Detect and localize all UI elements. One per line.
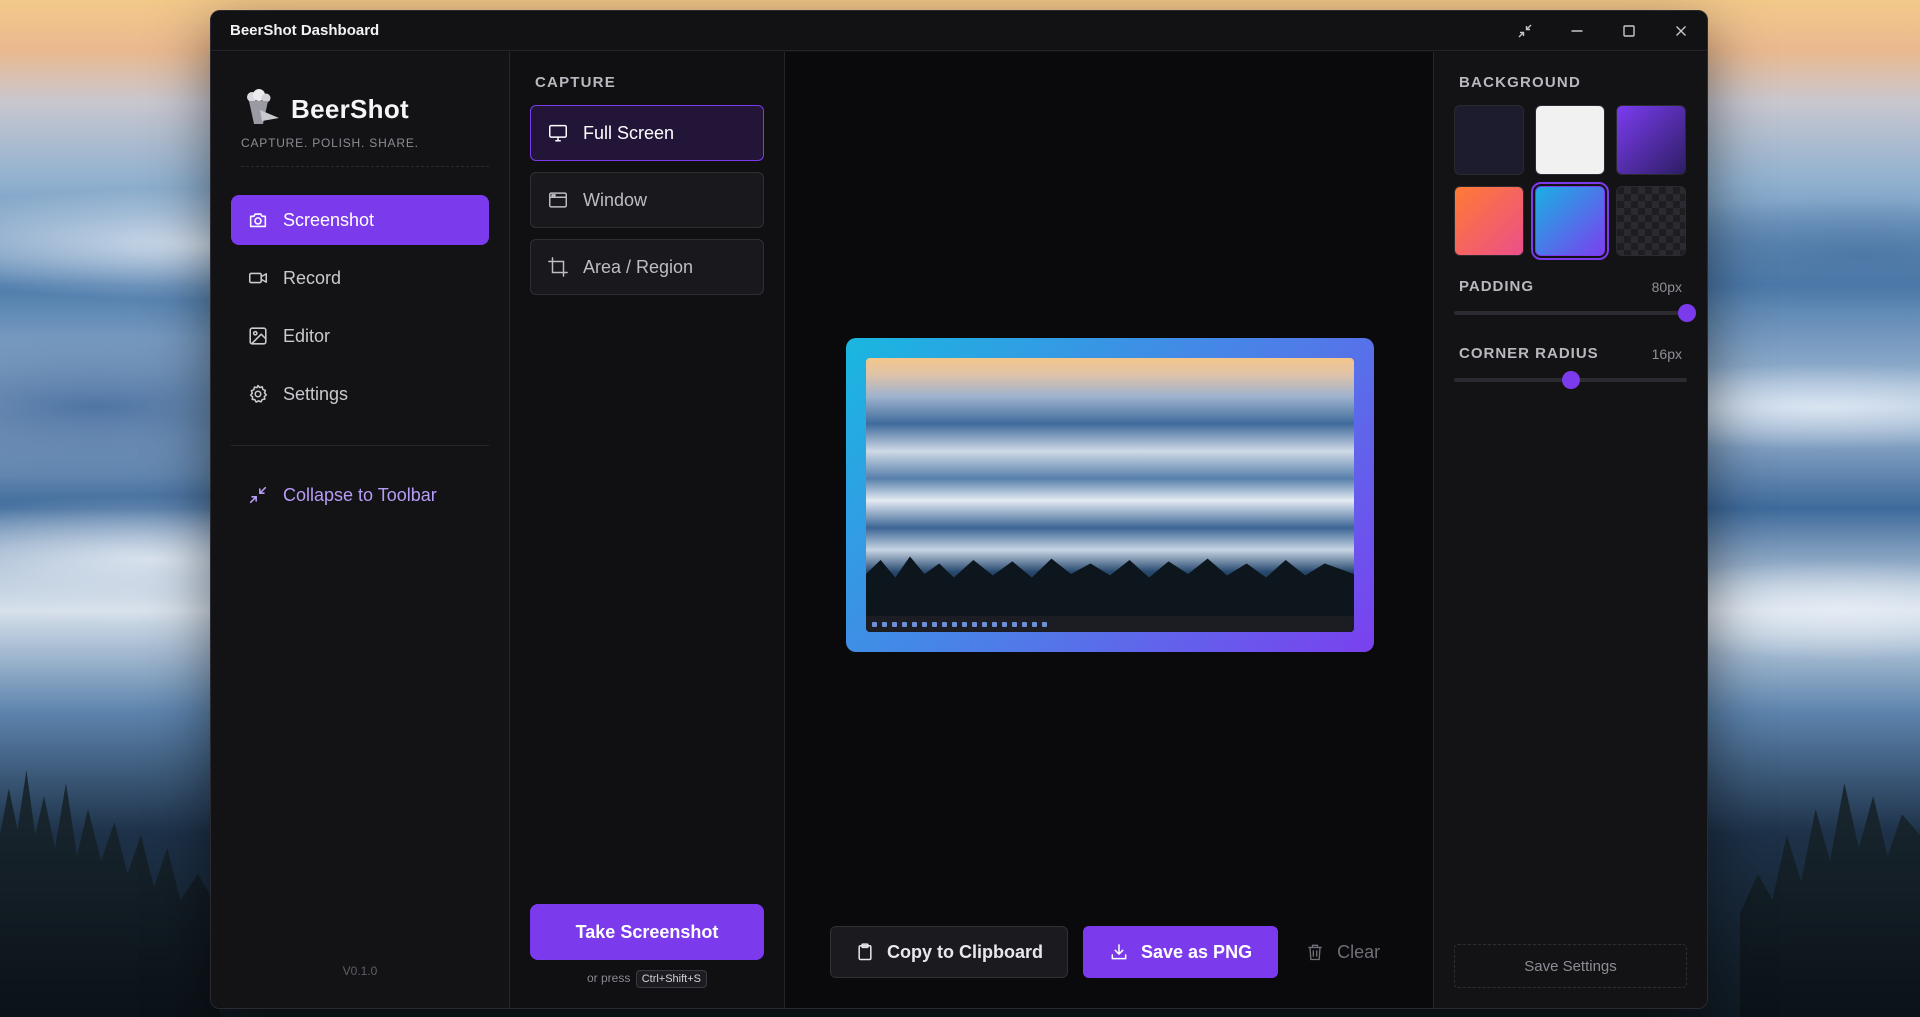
close-button[interactable]: [1655, 11, 1707, 50]
sidebar-item-label: Screenshot: [283, 209, 375, 230]
sidebar-item-editor[interactable]: Editor: [231, 311, 489, 361]
window-icon: [549, 192, 567, 208]
padding-slider-thumb[interactable]: [1678, 304, 1696, 322]
capture-panel: CAPTURE Full Screen Window Area / Region…: [510, 52, 785, 1008]
window-title: BeerShot Dashboard: [230, 22, 380, 39]
captured-image: [866, 358, 1354, 632]
swatch-transparent[interactable]: [1616, 186, 1686, 256]
clear-label: Clear: [1337, 941, 1381, 962]
clipboard-icon: [858, 943, 872, 961]
capture-option-label: Window: [583, 189, 648, 210]
sidebar-nav: Screenshot Record Editor Settings Collap…: [231, 195, 489, 520]
collapse-label: Collapse to Toolbar: [283, 484, 437, 505]
take-screenshot-button[interactable]: Take Screenshot: [530, 904, 764, 960]
capture-option-full-screen[interactable]: Full Screen: [530, 105, 764, 161]
corner-radius-label: CORNER RADIUS: [1459, 345, 1599, 362]
corner-radius-slider[interactable]: [1454, 371, 1687, 389]
capture-option-label: Area / Region: [583, 256, 694, 277]
preview-trees: [866, 556, 1354, 616]
padding-slider[interactable]: [1454, 304, 1696, 322]
save-as-png-button[interactable]: Save as PNG: [1083, 926, 1279, 978]
sidebar-item-label: Editor: [283, 325, 331, 346]
gear-icon: [249, 384, 268, 403]
preview-actions: Copy to Clipboard Save as PNG Clear: [830, 926, 1392, 978]
swatch-sunset[interactable]: [1454, 186, 1524, 256]
maximize-button[interactable]: [1603, 11, 1655, 50]
capture-options: Full Screen Window Area / Region: [530, 105, 764, 295]
brand-tagline: CAPTURE. POLISH. SHARE.: [241, 136, 489, 167]
swatch-purple[interactable]: [1616, 105, 1686, 175]
sidebar: BeerShot CAPTURE. POLISH. SHARE. Screens…: [211, 52, 510, 1008]
close-icon: [1676, 25, 1686, 36]
swatch-white[interactable]: [1535, 105, 1605, 175]
corner-radius-slider-thumb[interactable]: [1561, 371, 1580, 389]
collapse-window-button[interactable]: [1499, 11, 1551, 50]
capture-option-label: Full Screen: [583, 122, 675, 143]
brand-name: BeerShot: [291, 93, 409, 124]
shortcut-key: Ctrl+Shift+S: [635, 970, 707, 988]
sidebar-item-label: Record: [283, 267, 342, 288]
copy-label: Copy to Clipboard: [887, 941, 1043, 962]
version-label: V0.1.0: [342, 964, 378, 978]
beer-logo-icon: [241, 88, 283, 130]
crop-icon: [548, 257, 568, 277]
sidebar-divider: [231, 445, 489, 446]
shrink-arrows-icon: [1518, 24, 1532, 37]
title-bar[interactable]: BeerShot Dashboard: [211, 11, 1707, 51]
save-png-label: Save as PNG: [1141, 941, 1253, 962]
image-icon: [249, 327, 267, 345]
padding-control: PADDING 80px: [1454, 278, 1696, 322]
background-swatches: [1454, 105, 1687, 260]
save-settings-button[interactable]: Save Settings: [1454, 944, 1687, 988]
swatch-ocean[interactable]: [1531, 182, 1609, 260]
window-controls: [1499, 11, 1707, 50]
shortcut-hint-prefix: or press: [586, 971, 631, 985]
monitor-icon: [549, 124, 567, 142]
corner-radius-value: 16px: [1651, 345, 1682, 362]
copy-to-clipboard-button[interactable]: Copy to Clipboard: [830, 926, 1068, 978]
collapse-arrows-icon: [249, 486, 267, 504]
clear-button[interactable]: Clear: [1293, 926, 1392, 978]
download-icon: [1111, 944, 1127, 960]
preview-taskbar: [866, 616, 1354, 632]
padding-label: PADDING: [1459, 278, 1535, 295]
collapse-to-toolbar-button[interactable]: Collapse to Toolbar: [231, 470, 489, 520]
capture-heading: CAPTURE: [535, 74, 616, 91]
capture-option-area-region[interactable]: Area / Region: [530, 239, 764, 295]
padding-value: 80px: [1651, 278, 1682, 295]
trash-icon: [1308, 944, 1322, 961]
sidebar-item-label: Settings: [283, 383, 349, 404]
sidebar-item-record[interactable]: Record: [231, 253, 489, 303]
screenshot-preview[interactable]: [846, 338, 1374, 652]
sidebar-item-settings[interactable]: Settings: [231, 369, 489, 419]
swatch-navy[interactable]: [1454, 105, 1524, 175]
maximize-icon: [1623, 24, 1635, 37]
background-heading: BACKGROUND: [1459, 74, 1581, 91]
app-window: BeerShot Dashboard BeerShot CAPTURE. POL…: [210, 10, 1708, 1009]
minimize-button[interactable]: [1551, 11, 1603, 50]
shortcut-hint: or press Ctrl+Shift+S: [510, 970, 784, 988]
video-icon: [248, 272, 268, 284]
background-panel: BACKGROUND PADDING 80px CORNER RADIUS 16…: [1433, 52, 1707, 1008]
preview-area: Copy to Clipboard Save as PNG Clear: [785, 52, 1433, 1008]
camera-icon: [249, 213, 267, 228]
minimize-icon: [1571, 29, 1583, 32]
brand: BeerShot: [231, 88, 489, 130]
capture-option-window[interactable]: Window: [530, 172, 764, 228]
corner-radius-control: CORNER RADIUS 16px: [1454, 345, 1687, 389]
sidebar-item-screenshot[interactable]: Screenshot: [231, 195, 489, 245]
